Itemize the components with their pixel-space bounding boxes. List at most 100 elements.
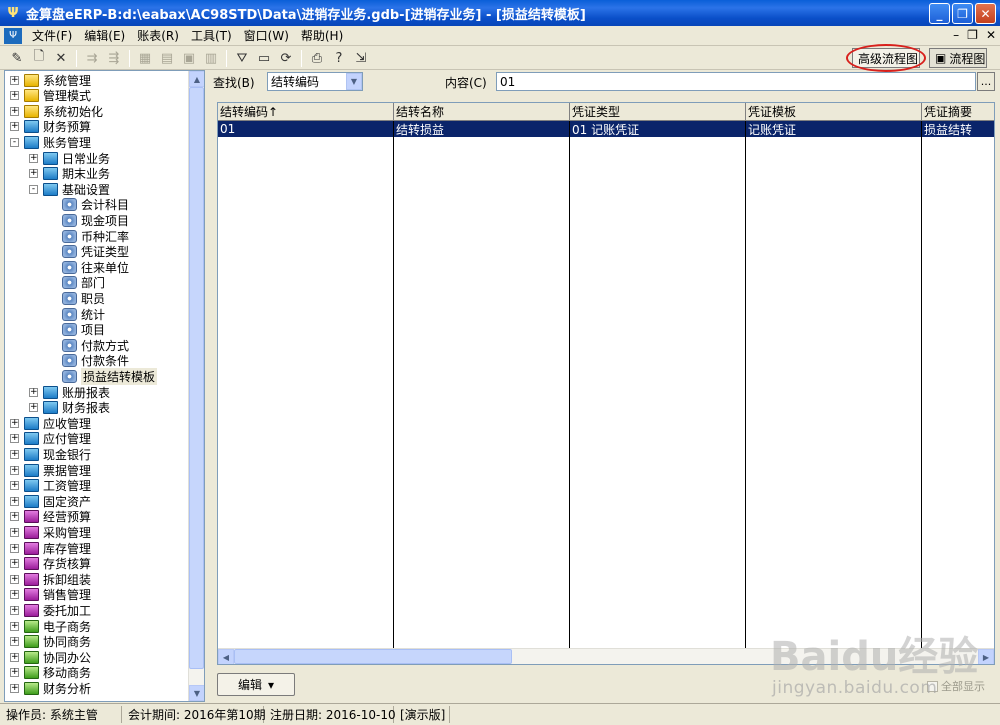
tree-item[interactable]: 现金项目 — [48, 212, 129, 228]
expand-icon[interactable]: + — [10, 449, 19, 459]
tree-item[interactable]: 部门 — [48, 275, 105, 291]
expand-icon[interactable]: + — [10, 527, 19, 537]
navigation-tree[interactable]: ▲ ▼ + 系统管理 + 管理模式 + 系统初始化 + 财务预算 - 账务管理 + 日常业务 + 期末业务… — [4, 70, 205, 702]
tree-item[interactable]: 损益结转模板 — [48, 367, 158, 385]
tree-item[interactable]: 付款方式 — [48, 337, 129, 353]
tree-item[interactable]: + 协同商务 — [10, 634, 91, 650]
tree-item[interactable]: + 日常业务 — [29, 150, 110, 166]
new-document-icon[interactable]: 🗋 — [28, 48, 50, 68]
col-header-voucher-summary[interactable]: 凭证摘要 — [922, 103, 994, 121]
expand-icon[interactable]: + — [10, 122, 19, 132]
chevron-down-icon[interactable]: ▼ — [346, 73, 362, 90]
refresh-icon[interactable]: ⟳ — [275, 48, 297, 68]
mdi-minimize-icon[interactable]: – — [953, 28, 959, 42]
tree-item[interactable]: + 库存管理 — [10, 540, 91, 556]
restore-button[interactable]: ❐ — [952, 3, 973, 24]
edit-pencil-icon[interactable]: ✎ — [6, 48, 28, 68]
tree-item[interactable]: 往来单位 — [48, 259, 129, 275]
cell-voucher-summary[interactable]: 损益结转 — [922, 121, 994, 137]
more-button[interactable]: ... — [977, 72, 995, 91]
exit-icon[interactable]: ⇲ — [350, 48, 372, 68]
cell-code[interactable]: 01 — [218, 121, 394, 137]
expand-icon[interactable]: + — [10, 590, 19, 600]
tree-item[interactable]: + 系统初始化 — [10, 103, 103, 119]
expand-icon[interactable]: + — [10, 574, 19, 584]
menu-edit[interactable]: 编辑(E) — [78, 27, 131, 44]
tree-item[interactable]: + 协同办公 — [10, 649, 91, 665]
abacus-icon[interactable]: Ψ — [4, 4, 22, 22]
tree-item[interactable]: + 采购管理 — [10, 524, 91, 540]
tree-item[interactable]: - 基础设置 — [29, 181, 110, 197]
cell-name[interactable]: 结转损益 — [394, 121, 570, 137]
menu-window[interactable]: 窗口(W) — [238, 27, 295, 44]
expand-icon[interactable]: + — [10, 683, 19, 693]
expand-icon[interactable]: + — [10, 621, 19, 631]
tree-item[interactable]: + 电子商务 — [10, 618, 91, 634]
filter-icon[interactable]: ⛛ — [231, 48, 253, 68]
expand-icon[interactable]: + — [10, 559, 19, 569]
minimize-button[interactable]: _ — [929, 3, 950, 24]
expand-icon[interactable]: + — [29, 169, 38, 179]
tree-item[interactable]: 付款条件 — [48, 353, 129, 369]
expand-icon[interactable]: + — [10, 668, 19, 678]
cell-voucher-type[interactable]: 01 记账凭证 — [570, 121, 746, 137]
col-header-voucher-type[interactable]: 凭证类型 — [570, 103, 746, 121]
tree-vertical-scrollbar[interactable]: ▲ ▼ — [188, 71, 204, 701]
expand-icon[interactable]: + — [10, 465, 19, 475]
grid-scroll-thumb[interactable] — [234, 649, 512, 664]
expand-icon[interactable]: + — [29, 403, 38, 413]
scroll-left-icon[interactable]: ◀ — [218, 649, 234, 664]
mdi-restore-icon[interactable]: ❐ — [967, 28, 978, 42]
expand-icon[interactable]: + — [10, 75, 19, 85]
document-icon[interactable]: Ψ — [4, 27, 22, 44]
col-header-name[interactable]: 结转名称 — [394, 103, 570, 121]
tree-item[interactable]: 币种汇率 — [48, 228, 129, 244]
tree-item[interactable]: + 现金银行 — [10, 446, 91, 462]
mdi-close-icon[interactable]: ✕ — [986, 28, 996, 42]
expand-icon[interactable]: + — [10, 481, 19, 491]
menu-tools[interactable]: 工具(T) — [185, 27, 238, 44]
tree-item[interactable]: 凭证类型 — [48, 244, 129, 260]
expand-icon[interactable]: + — [10, 106, 19, 116]
expand-icon[interactable]: + — [10, 637, 19, 647]
menu-reports[interactable]: 账表(R) — [131, 27, 185, 44]
tree-item[interactable]: + 固定资产 — [10, 493, 91, 509]
tree-item[interactable]: + 期末业务 — [29, 166, 110, 182]
menu-file[interactable]: 文件(F) — [26, 27, 78, 44]
scroll-up-icon[interactable]: ▲ — [189, 71, 204, 87]
delete-icon[interactable]: ✕ — [50, 48, 72, 68]
edit-dropdown-button[interactable]: 编辑 ▾ — [217, 673, 295, 696]
flowchart-button[interactable]: ▣ 流程图 — [929, 48, 987, 68]
expand-icon[interactable]: + — [10, 652, 19, 662]
tree-item[interactable]: 会计科目 — [48, 197, 129, 213]
collapse-icon[interactable]: - — [29, 184, 38, 194]
col-header-voucher-template[interactable]: 凭证模板 — [746, 103, 922, 121]
scroll-right-icon[interactable]: ▶ — [978, 649, 994, 664]
tree-item[interactable]: 项目 — [48, 322, 105, 338]
print-icon[interactable]: ⎙ — [306, 48, 328, 68]
expand-icon[interactable]: + — [29, 153, 38, 163]
tree-item[interactable]: + 票据管理 — [10, 462, 91, 478]
tree-item[interactable]: + 工资管理 — [10, 478, 91, 494]
tree-item[interactable]: + 应收管理 — [10, 415, 91, 431]
expand-icon[interactable]: + — [10, 418, 19, 428]
advanced-flowchart-button[interactable]: 高级流程图 — [852, 48, 920, 68]
expand-icon[interactable]: + — [10, 434, 19, 444]
scroll-down-icon[interactable]: ▼ — [189, 685, 204, 701]
content-input[interactable]: 01 — [496, 72, 976, 91]
expand-icon[interactable]: + — [10, 496, 19, 506]
collapse-icon[interactable]: - — [10, 137, 19, 147]
show-all-checkbox[interactable]: 全部显示 — [927, 678, 985, 694]
tree-item[interactable]: + 财务预算 — [10, 119, 91, 135]
checkbox-box[interactable] — [927, 680, 938, 692]
tree-item[interactable]: + 拆卸组装 — [10, 571, 91, 587]
tree-item[interactable]: + 系统管理 — [10, 72, 91, 88]
expand-icon[interactable]: + — [10, 543, 19, 553]
col-header-code[interactable]: 结转编码↑ — [218, 103, 394, 121]
expand-icon[interactable]: + — [29, 387, 38, 397]
expand-icon[interactable]: + — [10, 605, 19, 615]
tree-item[interactable]: + 应付管理 — [10, 431, 91, 447]
tree-item[interactable]: + 存货核算 — [10, 556, 91, 572]
menu-help[interactable]: 帮助(H) — [295, 27, 349, 44]
tree-item[interactable]: + 管理模式 — [10, 88, 91, 104]
